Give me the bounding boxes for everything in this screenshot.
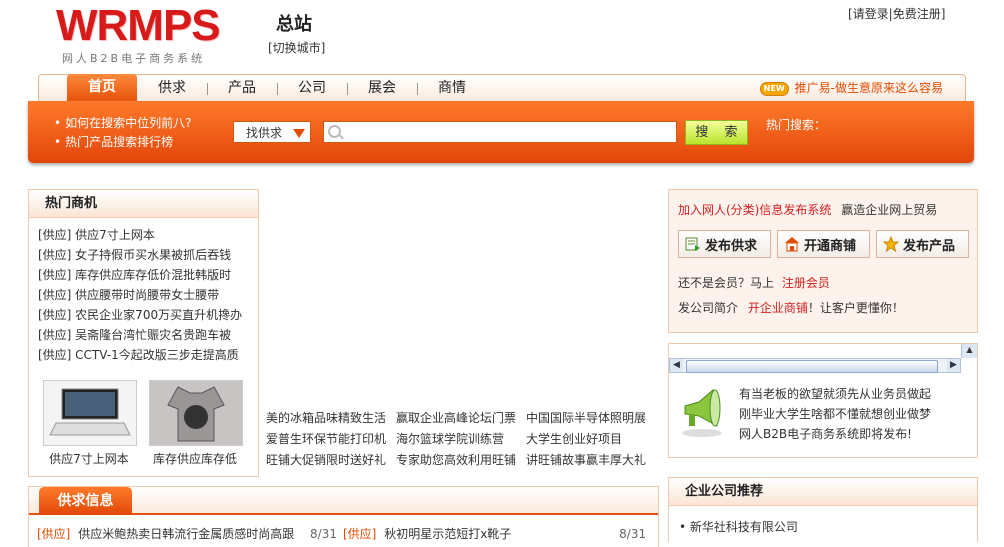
hot-list: [供应] 供应7寸上网本 [供应] 女子持假币买水果被抓后吞钱 [供应] 库存供…	[38, 225, 242, 365]
ad-link[interactable]: 讲旺铺故事赢丰厚大礼	[526, 450, 656, 471]
ad-link[interactable]: 中国国际半导体照明展	[526, 408, 656, 429]
scroll-left-arrow-icon[interactable]: ◀	[670, 359, 683, 372]
search-input[interactable]	[323, 121, 677, 143]
list-item[interactable]: [供应] 供应腰带时尚腰带女士腰带	[38, 285, 242, 305]
supply-date: 8/31	[619, 527, 647, 541]
nav-tab-companies[interactable]: 公司	[277, 75, 347, 102]
star-icon	[883, 236, 899, 252]
supply-row[interactable]: [供应] 秋初明星示范短打x靴子 8/31	[343, 525, 646, 542]
company-recommend-panel: 企业公司推荐 • 新华社科技有限公司	[668, 477, 978, 542]
main-nav: 首页 供求 产品 公司 展会 商情 NEW 推广易-做生意原来这么容易	[38, 74, 966, 102]
join-link[interactable]: 加入网人(分类)信息发布系统	[678, 203, 831, 217]
logo-subtitle: 网人B2B电子商务系统	[62, 52, 206, 65]
join-panel: 加入网人(分类)信息发布系统 赢造企业网上贸易 发布供求 开通商铺 发布产品 还…	[668, 189, 978, 333]
register-line: 还不是会员？马上 注册会员	[678, 274, 830, 291]
search-tips: 如何在搜索中位列前八? 热门产品搜索排行榜	[54, 114, 191, 152]
list-item[interactable]: [供应] 吴斋隆台湾忙赈灾名贵跑车被	[38, 325, 242, 345]
register-prompt: 还不是会员？马上	[678, 276, 775, 290]
search-tip-hot-link[interactable]: 热门产品搜索排行榜	[65, 135, 173, 149]
list-item[interactable]: [供应] 农民企业家700万买直升机搀办	[38, 305, 242, 325]
scroll-right-arrow-icon[interactable]: ▶	[947, 359, 960, 372]
notice-item[interactable]: 刚毕业大学生啥都不懂就想创业做梦	[739, 404, 931, 424]
scroll-up-button[interactable]: ▲	[961, 344, 977, 358]
publish-product-label: 发布产品	[903, 238, 956, 254]
open-shop-label: 开通商铺	[804, 238, 857, 254]
ad-link[interactable]: 爱普生环保节能打印机	[266, 429, 396, 450]
shop-icon	[785, 237, 799, 252]
dropdown-arrow-icon	[293, 129, 305, 138]
supply-tab[interactable]: 供求信息	[39, 487, 132, 515]
product-thumb-clothing[interactable]	[149, 380, 243, 446]
register-link[interactable]: 注册会员	[782, 276, 830, 290]
search-button[interactable]: 搜 索	[685, 120, 748, 145]
notice-item[interactable]: 有当老板的欲望就须先从业务员做起	[739, 384, 931, 404]
nav-tabs: 首页 供求 产品 公司 展会 商情	[39, 74, 487, 102]
ad-link[interactable]: 美的冰箱品味精致生活	[266, 408, 396, 429]
ad-link[interactable]: 专家助您高效利用旺铺	[396, 450, 526, 471]
supply-date: 8/31	[310, 527, 337, 541]
new-badge-icon: NEW	[759, 81, 789, 96]
megaphone-icon	[682, 389, 722, 437]
netbook-image-icon	[44, 381, 136, 445]
supply-text: 供应米鲍热卖日韩流行金属质感时尚高跟	[78, 527, 295, 541]
publish-product-button[interactable]: 发布产品	[876, 230, 969, 258]
supply-text: 秋初明星示范短打x靴子	[384, 527, 512, 541]
supply-tag: [供应]	[343, 527, 377, 541]
shop-line: 发公司简介 开企业商铺！让客户更懂你！	[678, 299, 904, 316]
panel-title: 热门商机	[29, 190, 258, 218]
scrollbar-thumb[interactable]	[686, 360, 938, 373]
list-item[interactable]: [供应] 女子持假币买水果被抓后吞钱	[38, 245, 242, 265]
search-band: 如何在搜索中位列前八? 热门产品搜索排行榜 找供求 搜 索 热门搜索：	[28, 101, 974, 163]
notice-list: 有当老板的欲望就须先从业务员做起 刚毕业大学生啥都不懂就想创业做梦 网人B2B电…	[739, 384, 931, 444]
hot-search-label: 热门搜索：	[766, 118, 827, 132]
nav-tab-exhibitions[interactable]: 展会	[347, 75, 417, 102]
join-slogan: 赢造企业网上贸易	[841, 203, 938, 217]
supply-info-panel: 供求信息 [供应] 供应米鲍热卖日韩流行金属质感时尚高跟 8/31 [供应] 秋…	[28, 486, 659, 547]
login-register-links[interactable]: [请登录|免费注册]	[848, 5, 945, 22]
open-shop-button[interactable]: 开通商铺	[777, 230, 870, 258]
horizontal-scrollbar[interactable]: ◀ ▶	[669, 358, 961, 373]
open-shop-link[interactable]: 开企业商铺	[748, 301, 808, 315]
company-item[interactable]: • 新华社科技有限公司	[679, 518, 798, 535]
publish-supply-button[interactable]: 发布供求	[678, 230, 771, 258]
search-tip-rank-link[interactable]: 如何在搜索中位列前八?	[65, 116, 191, 130]
ad-link[interactable]: 大学生创业好项目	[526, 429, 656, 450]
thumb-caption[interactable]: 供应7寸上网本	[39, 450, 139, 467]
shop-prompt: 发公司简介	[678, 301, 739, 315]
ad-link[interactable]: 旺铺大促销限时送好礼	[266, 450, 396, 471]
publish-list-icon	[685, 237, 700, 251]
nav-tab-supply[interactable]: 供求	[137, 75, 207, 102]
nav-tab-home[interactable]: 首页	[67, 74, 137, 102]
shop-suffix: ！让客户更懂你！	[807, 301, 904, 315]
nav-tab-news[interactable]: 商情	[417, 75, 487, 102]
promo-link[interactable]: NEW 推广易-做生意原来这么容易	[759, 75, 943, 102]
site-title: 总站	[276, 14, 312, 35]
search-icon	[328, 125, 341, 138]
notice-panel: ▲ ◀ ▶ 有当老板的欲望就须先从业务员做起 刚毕业大学生啥都不懂就想创业做梦 …	[668, 343, 978, 458]
thumb-caption[interactable]: 库存供应库存低	[145, 450, 245, 467]
ad-link[interactable]: 海尔篮球学院训练营	[396, 429, 526, 450]
list-item[interactable]: [供应] 库存供应库存低价混批韩版时	[38, 265, 242, 285]
ad-link[interactable]: 赢取企业高峰论坛门票	[396, 408, 526, 429]
publish-supply-label: 发布供求	[705, 238, 758, 254]
join-line: 加入网人(分类)信息发布系统 赢造企业网上贸易	[678, 201, 937, 218]
clothing-image-icon	[150, 381, 242, 445]
ad-links-grid: 美的冰箱品味精致生活 赢取企业高峰论坛门票 中国国际半导体照明展 爱普生环保节能…	[266, 408, 661, 471]
search-type-select[interactable]: 找供求	[233, 121, 311, 143]
nav-tab-products[interactable]: 产品	[207, 75, 277, 102]
panel-title: 企业公司推荐	[669, 478, 977, 506]
notice-item[interactable]: 网人B2B电子商务系统即将发布!	[739, 424, 931, 444]
logo-wordmark: WRMPS	[56, 1, 221, 50]
list-item[interactable]: [供应] 供应7寸上网本	[38, 225, 242, 245]
search-type-value: 找供求	[246, 126, 283, 140]
switch-city-link[interactable]: [切换城市]	[268, 39, 325, 56]
list-item[interactable]: [供应] CCTV-1今起改版三步走提高质	[38, 345, 242, 365]
product-thumb-netbook[interactable]	[43, 380, 137, 446]
site-logo[interactable]: WRMPS 网人B2B电子商务系统	[56, 1, 226, 66]
supply-tag: [供应]	[37, 527, 71, 541]
hot-opportunities-panel: 热门商机 [供应] 供应7寸上网本 [供应] 女子持假币买水果被抓后吞钱 [供应…	[28, 189, 259, 477]
supply-row[interactable]: [供应] 供应米鲍热卖日韩流行金属质感时尚高跟 8/31	[37, 525, 337, 542]
promo-text: 推广易-做生意原来这么容易	[794, 81, 943, 95]
supply-header: 供求信息	[29, 487, 658, 515]
